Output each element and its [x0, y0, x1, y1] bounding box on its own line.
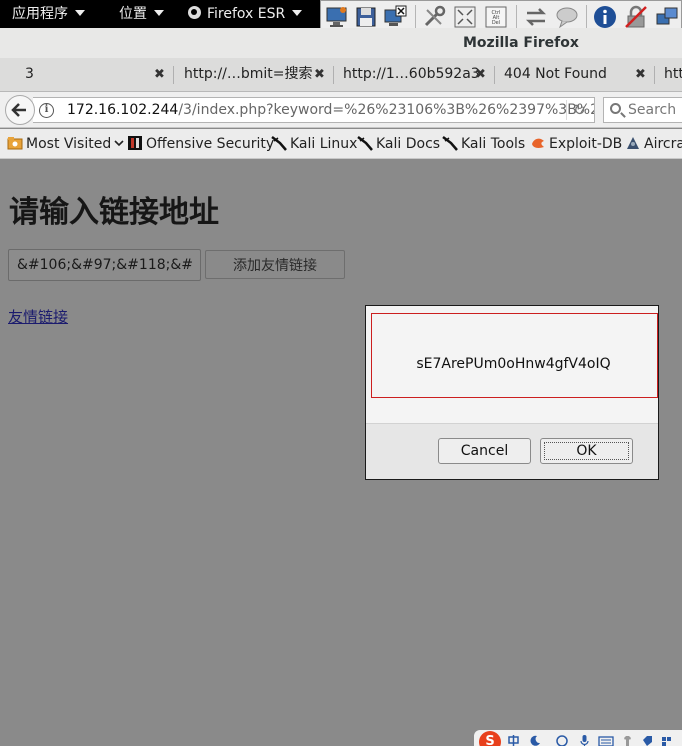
- bookmark-label: Offensive Security: [146, 136, 275, 152]
- bookmark-label: Kali Linux: [290, 136, 358, 152]
- info-icon[interactable]: [593, 5, 617, 29]
- chinese-mode-icon[interactable]: [508, 734, 519, 746]
- disconnect-monitor-icon[interactable]: [383, 5, 407, 29]
- tab-3[interactable]: http://1…60b592a3 ✖: [334, 58, 493, 92]
- tab-2[interactable]: http://…bmit=搜索 ✖: [174, 58, 332, 92]
- firefox-icon: [188, 6, 201, 19]
- search-icon: [610, 103, 621, 114]
- smile-icon[interactable]: [556, 734, 568, 746]
- search-box[interactable]: [603, 97, 682, 123]
- microphone-icon[interactable]: [579, 734, 590, 746]
- bookmark-label: Aircrac: [644, 136, 682, 152]
- chevron-down-icon: [75, 10, 85, 16]
- svg-text:S: S: [485, 734, 494, 746]
- chevron-down-icon: [154, 10, 164, 16]
- tab-label: http://1…60b592a3: [343, 66, 480, 82]
- reload-icon[interactable]: ↻: [566, 100, 592, 120]
- fullscreen-icon[interactable]: [453, 5, 477, 29]
- tab-5[interactable]: htt: [655, 58, 682, 92]
- places-menu-label: 位置: [119, 6, 147, 22]
- gear-folder-icon: [7, 137, 23, 150]
- active-app-label: Firefox ESR: [207, 6, 286, 22]
- ok-label: OK: [576, 443, 597, 459]
- tools-icon[interactable]: [422, 5, 446, 29]
- applications-menu-label: 应用程序: [12, 6, 68, 22]
- bookmarks-toolbar: Most Visited Offensive Security Kali Lin…: [0, 129, 682, 159]
- url-text[interactable]: 172.16.102.244/3/index.php?keyword=%26%2…: [67, 102, 595, 118]
- bookmark-label: Kali Tools: [461, 136, 526, 152]
- back-arrow-icon: [11, 103, 26, 117]
- chevron-down-icon: [114, 140, 124, 147]
- close-icon[interactable]: ✖: [635, 58, 646, 91]
- search-input[interactable]: [628, 101, 682, 119]
- applications-menu[interactable]: 应用程序: [12, 0, 85, 28]
- toolbox-icon[interactable]: [661, 734, 672, 746]
- friend-link[interactable]: 友情链接: [8, 306, 68, 327]
- bookmark-most-visited[interactable]: Most Visited: [7, 129, 125, 159]
- chat-bubble-icon[interactable]: [555, 5, 579, 29]
- back-button[interactable]: [5, 95, 35, 125]
- tab-label: 404 Not Found: [504, 66, 607, 82]
- svg-text:Del: Del: [492, 20, 500, 26]
- window-title: Mozilla Firefox: [463, 35, 579, 51]
- navigation-bar: i 172.16.102.244/3/index.php?keyword=%26…: [0, 92, 682, 128]
- save-disk-icon[interactable]: [354, 5, 378, 29]
- url-host: 172.16.102.244: [67, 102, 179, 118]
- add-friend-link-button[interactable]: 添加友情链接: [205, 250, 345, 279]
- tab-label: http://…bmit=搜索: [184, 66, 313, 82]
- alert-dialog: sE7ArePUm0oHnw4gfV4oIQ Cancel OK: [365, 305, 659, 480]
- tab-strip: 3 ✖ http://…bmit=搜索 ✖ http://1…60b592a3 …: [0, 58, 682, 92]
- cancel-label: Cancel: [460, 443, 509, 459]
- tab-4[interactable]: 404 Not Found ✖: [495, 58, 653, 92]
- chevron-down-icon: [292, 10, 303, 16]
- tab-label: 3: [25, 66, 34, 82]
- bookmark-label: Exploit-DB: [549, 136, 623, 152]
- shirt-icon[interactable]: [622, 734, 633, 746]
- divider: [366, 423, 658, 424]
- offsec-icon: [128, 136, 142, 150]
- close-icon[interactable]: ✖: [154, 58, 165, 91]
- dialog-message-box: sE7ArePUm0oHnw4gfV4oIQ: [371, 313, 658, 398]
- close-icon[interactable]: ✖: [314, 58, 325, 91]
- tab-1[interactable]: 3 ✖: [0, 58, 172, 92]
- bookmark-kali-tools[interactable]: Kali Tools: [442, 129, 525, 159]
- monitor-icon[interactable]: [325, 5, 349, 29]
- url-path: /3/index.php?keyword=%26%23106%3B%26%239…: [178, 102, 595, 118]
- url-bar[interactable]: i 172.16.102.244/3/index.php?keyword=%26…: [33, 97, 595, 123]
- bookmark-kali-linux[interactable]: Kali Linux: [271, 129, 357, 159]
- tab-label: htt: [664, 66, 682, 82]
- skin-icon[interactable]: [642, 734, 653, 746]
- bookmark-label: Most Visited: [26, 136, 112, 152]
- active-app-menu[interactable]: Firefox ESR: [188, 0, 303, 28]
- close-icon[interactable]: ✖: [475, 58, 486, 91]
- dialog-message: sE7ArePUm0oHnw4gfV4oIQ: [416, 356, 611, 372]
- exploitdb-icon: [532, 138, 544, 148]
- site-info-icon[interactable]: i: [39, 103, 54, 118]
- keyboard-icon[interactable]: [598, 734, 614, 746]
- lock-icon[interactable]: [624, 5, 648, 29]
- places-menu[interactable]: 位置: [119, 0, 164, 28]
- window-titlebar[interactable]: Mozilla Firefox: [0, 28, 682, 58]
- bookmark-exploit-db[interactable]: Exploit-DB: [530, 129, 622, 159]
- multi-window-icon[interactable]: [655, 5, 679, 29]
- bookmark-aircrack[interactable]: Aircrac: [625, 129, 682, 159]
- kali-dragon-icon: [357, 136, 373, 151]
- bookmark-offensive-security[interactable]: Offensive Security: [127, 129, 274, 159]
- link-url-input[interactable]: [8, 249, 201, 281]
- ok-button[interactable]: OK: [540, 438, 633, 464]
- moon-icon[interactable]: [530, 734, 541, 746]
- kali-dragon-icon: [442, 136, 458, 151]
- cancel-button[interactable]: Cancel: [438, 438, 531, 464]
- transfer-arrows-icon[interactable]: [524, 5, 548, 29]
- ctrl-alt-del-icon[interactable]: Ctrl Alt Del: [484, 5, 508, 29]
- kali-dragon-icon: [271, 136, 287, 151]
- page-title: 请输入链接地址: [9, 195, 219, 230]
- bookmark-kali-docs[interactable]: Kali Docs: [357, 129, 440, 159]
- dialog-message-area: sE7ArePUm0oHnw4gfV4oIQ: [366, 306, 658, 423]
- input-method-tray: S: [474, 730, 682, 746]
- aircrack-icon: [627, 137, 639, 149]
- sogou-icon[interactable]: S: [478, 730, 502, 746]
- bookmark-label: Kali Docs: [376, 136, 441, 152]
